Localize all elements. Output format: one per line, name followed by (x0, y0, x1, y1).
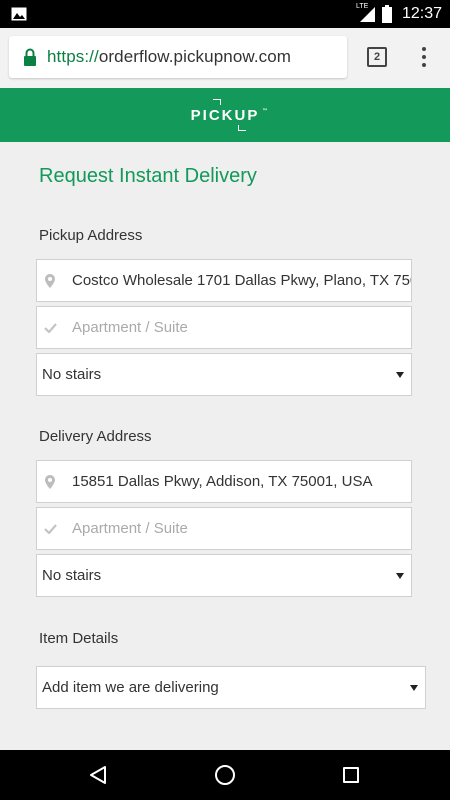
clock: 12:37 (401, 5, 442, 22)
dropdown-caret-icon (396, 572, 404, 579)
dropdown-caret-icon (396, 371, 404, 378)
checkmark-icon (43, 322, 57, 333)
delivery-address-input[interactable]: 15851 Dallas Pkwy, Addison, TX 75001, US… (36, 460, 412, 503)
browser-toolbar: https://orderflow.pickupnow.com 2 (0, 28, 450, 88)
image-notification-icon (11, 7, 27, 21)
url-host: orderflow.pickupnow.com (98, 47, 292, 66)
delivery-stairs-value: No stairs (42, 567, 102, 584)
item-select[interactable]: Add item we are delivering (36, 666, 426, 709)
logo-arrow-bottom (237, 124, 246, 131)
system-nav-bar (0, 750, 450, 800)
pickup-suite-placeholder: Apartment / Suite (72, 319, 188, 336)
pickup-address-value: Costco Wholesale 1701 Dallas Pkwy, Plano… (72, 272, 411, 289)
pickup-stairs-select[interactable]: No stairs (36, 353, 412, 396)
logo-text: PICKUP (190, 106, 260, 124)
pickup-logo[interactable]: PICKUP ™ (190, 98, 267, 131)
recent-apps-icon[interactable] (343, 767, 359, 783)
item-details-label: Item Details (39, 630, 119, 647)
pickup-address-input[interactable]: Costco Wholesale 1701 Dallas Pkwy, Plano… (36, 259, 412, 302)
overflow-menu-icon[interactable] (419, 44, 429, 70)
url-text: https://orderflow.pickupnow.com (47, 47, 291, 67)
delivery-stairs-select[interactable]: No stairs (36, 554, 412, 597)
pickup-address-label: Pickup Address (39, 227, 143, 244)
home-icon[interactable] (215, 765, 235, 785)
tab-switcher-button[interactable]: 2 (367, 47, 387, 67)
item-select-value: Add item we are delivering (42, 679, 219, 696)
pickup-suite-input[interactable]: Apartment / Suite (36, 306, 412, 349)
network-type: LTE (355, 3, 369, 10)
back-icon[interactable] (88, 765, 108, 785)
delivery-form: Request Instant Delivery Pickup Address … (0, 142, 450, 750)
delivery-address-label: Delivery Address (39, 428, 152, 445)
status-bar: LTE 12:37 (0, 0, 450, 28)
lock-icon (24, 48, 36, 66)
url-scheme: https:// (47, 47, 99, 66)
dropdown-caret-icon (410, 684, 418, 691)
battery-icon (381, 5, 392, 23)
logo-arrow-top (212, 98, 221, 105)
pickup-stairs-value: No stairs (42, 366, 102, 383)
delivery-suite-input[interactable]: Apartment / Suite (36, 507, 412, 550)
page-title: Request Instant Delivery (39, 165, 257, 187)
logo-trademark: ™ (262, 107, 268, 114)
location-pin-icon (43, 474, 57, 489)
checkmark-icon (43, 523, 57, 534)
site-header: PICKUP ™ (0, 88, 450, 142)
delivery-address-value: 15851 Dallas Pkwy, Addison, TX 75001, US… (72, 473, 373, 490)
delivery-suite-placeholder: Apartment / Suite (72, 520, 188, 537)
location-pin-icon (43, 273, 57, 288)
cell-signal-icon: LTE (355, 3, 376, 23)
address-bar[interactable]: https://orderflow.pickupnow.com (9, 36, 347, 78)
